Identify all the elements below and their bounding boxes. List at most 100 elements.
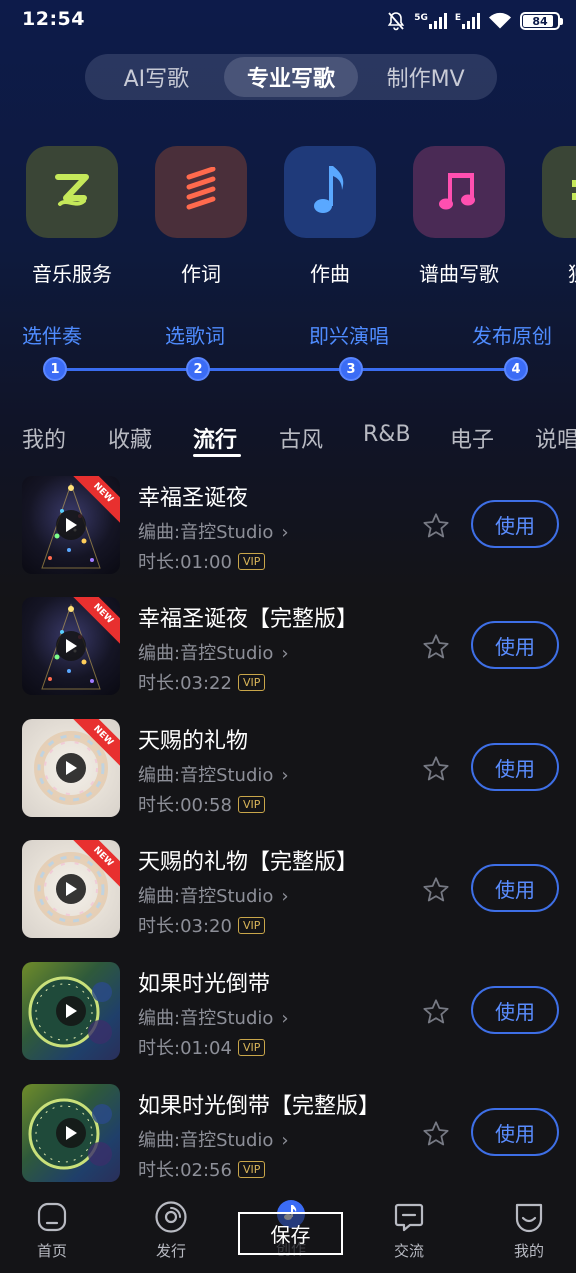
disc-icon — [131, 1198, 211, 1236]
use-button[interactable]: 使用 — [471, 621, 559, 669]
tool-tile — [284, 146, 376, 238]
song-title: 如果时光倒带 — [138, 972, 271, 997]
song-duration-row: 时长:02:56 VIP — [138, 1156, 266, 1182]
play-icon[interactable] — [56, 874, 86, 904]
song-composer[interactable]: 编曲:音控Studio › — [138, 1004, 289, 1030]
composer-text: 编曲:音控Studio — [138, 886, 274, 907]
star-icon[interactable] — [422, 1120, 450, 1152]
song-composer[interactable]: 编曲:音控Studio › — [138, 1126, 289, 1152]
star-icon[interactable] — [422, 633, 450, 665]
composer-text: 编曲:音控Studio — [138, 765, 274, 786]
step-dot-1: 1 — [43, 357, 67, 381]
use-button[interactable]: 使用 — [471, 986, 559, 1034]
song-cover[interactable]: NEW — [22, 719, 120, 817]
song-row[interactable]: 如果时光倒带【完整版】 编曲:音控Studio › 时长:02:56 VIP 使用 — [0, 1084, 576, 1194]
nav-community[interactable]: 交流 — [369, 1198, 449, 1261]
composer-text: 编曲:音控Studio — [138, 522, 274, 543]
chevron-right-icon: › — [281, 1008, 289, 1029]
chevron-right-icon: › — [281, 643, 289, 664]
tab-rnb[interactable]: R&B — [363, 422, 411, 447]
tool-score-songwriting[interactable]: 谱曲写歌 — [404, 146, 514, 286]
step-label-accompaniment[interactable]: 选伴奏 — [22, 320, 82, 349]
song-title: 天赐的礼物【完整版】 — [138, 850, 359, 875]
lyrics-lines-icon — [181, 166, 221, 217]
steps-progress-line — [56, 368, 516, 371]
song-duration: 时长:00:58 — [138, 795, 232, 816]
tab-rap[interactable]: 说唱 — [535, 422, 576, 454]
tab-pro-songwriting[interactable]: 专业写歌 — [223, 57, 359, 97]
use-button[interactable]: 使用 — [471, 864, 559, 912]
song-row[interactable]: 如果时光倒带 编曲:音控Studio › 时长:01:04 VIP 使用 — [0, 962, 576, 1072]
play-icon[interactable] — [56, 510, 86, 540]
song-cover[interactable]: NEW — [22, 840, 120, 938]
save-button[interactable]: 保存 — [238, 1212, 343, 1255]
star-icon[interactable] — [422, 755, 450, 787]
song-cover[interactable]: NEW — [22, 476, 120, 574]
wifi-icon — [488, 12, 512, 30]
song-composer[interactable]: 编曲:音控Studio › — [138, 882, 289, 908]
music-note-icon — [310, 162, 350, 222]
step-dot-3: 3 — [339, 357, 363, 381]
song-composer[interactable]: 编曲:音控Studio › — [138, 639, 289, 665]
star-icon[interactable] — [422, 998, 450, 1030]
song-cover[interactable] — [22, 962, 120, 1060]
vip-badge: VIP — [237, 552, 266, 570]
song-composer[interactable]: 编曲:音控Studio › — [138, 761, 289, 787]
tab-make-mv[interactable]: 制作MV — [358, 57, 493, 97]
tab-ai-songwriting[interactable]: AI写歌 — [89, 57, 224, 97]
play-icon[interactable] — [56, 1118, 86, 1148]
chevron-right-icon: › — [281, 1130, 289, 1151]
song-row[interactable]: NEW 幸福圣诞夜【完整版】 编曲:音控Studio › 时长:03:22 VIP … — [0, 597, 576, 707]
active-tab-underline — [193, 454, 241, 457]
tool-label: 作曲 — [310, 262, 350, 286]
song-row[interactable]: NEW 天赐的礼物【完整版】 编曲:音控Studio › 时长:03:20 VIP … — [0, 840, 576, 950]
composer-text: 编曲:音控Studio — [138, 1008, 274, 1029]
tool-lyrics[interactable]: 作词 — [146, 146, 256, 286]
vip-badge: VIP — [237, 673, 266, 691]
song-duration: 时长:03:20 — [138, 916, 232, 937]
step-label-lyrics[interactable]: 选歌词 — [165, 320, 225, 349]
song-cover[interactable]: NEW — [22, 597, 120, 695]
tool-exclusive[interactable]: 独享 — [533, 146, 576, 286]
step-label-publish[interactable]: 发布原创 — [472, 320, 552, 349]
composer-text: 编曲:音控Studio — [138, 643, 274, 664]
play-icon[interactable] — [56, 753, 86, 783]
use-button[interactable]: 使用 — [471, 1108, 559, 1156]
star-icon[interactable] — [422, 876, 450, 908]
use-button[interactable]: 使用 — [471, 500, 559, 548]
song-cover[interactable] — [22, 1084, 120, 1182]
network-e-label: E — [454, 13, 461, 23]
tool-label: 谱曲写歌 — [419, 262, 499, 286]
song-title: 幸福圣诞夜 — [138, 486, 249, 511]
tool-label: 音乐服务 — [32, 262, 112, 286]
tool-compose[interactable]: 作曲 — [275, 146, 385, 286]
play-icon[interactable] — [56, 996, 86, 1026]
use-button[interactable]: 使用 — [471, 743, 559, 791]
status-icons: 5G E 84 — [386, 8, 563, 34]
song-composer[interactable]: 编曲:音控Studio › — [138, 518, 289, 544]
song-row[interactable]: NEW 天赐的礼物 编曲:音控Studio › 时长:00:58 VIP 使用 — [0, 719, 576, 829]
tool-music-service[interactable]: 音乐服务 — [26, 146, 127, 286]
tab-ancient-style[interactable]: 古风 — [279, 422, 323, 454]
play-icon[interactable] — [56, 631, 86, 661]
star-icon[interactable] — [422, 512, 450, 544]
nav-release[interactable]: 发行 — [131, 1198, 211, 1261]
tab-mine[interactable]: 我的 — [22, 422, 66, 454]
nav-label: 交流 — [393, 1242, 424, 1260]
tool-label: 作词 — [181, 262, 221, 286]
tab-pop[interactable]: 流行 — [193, 422, 237, 454]
chevron-right-icon: › — [281, 886, 289, 907]
profile-icon — [489, 1198, 569, 1236]
tools-row: 音乐服务 作词 作曲 谱曲写歌 独享 — [26, 146, 576, 286]
composer-text: 编曲:音控Studio — [138, 1130, 274, 1151]
song-row[interactable]: NEW 幸福圣诞夜 编曲:音控Studio › 时长:01:00 VIP 使用 — [0, 476, 576, 586]
tab-favorites[interactable]: 收藏 — [108, 422, 152, 454]
chat-icon — [369, 1198, 449, 1236]
step-label-improvise[interactable]: 即兴演唱 — [309, 320, 389, 349]
nav-home[interactable]: 首页 — [12, 1198, 92, 1261]
song-title: 如果时光倒带【完整版】 — [138, 1094, 381, 1119]
tab-electronic[interactable]: 电子 — [450, 422, 494, 454]
nav-profile[interactable]: 我的 — [489, 1198, 569, 1261]
tool-tile — [413, 146, 505, 238]
song-title: 天赐的礼物 — [138, 729, 249, 754]
